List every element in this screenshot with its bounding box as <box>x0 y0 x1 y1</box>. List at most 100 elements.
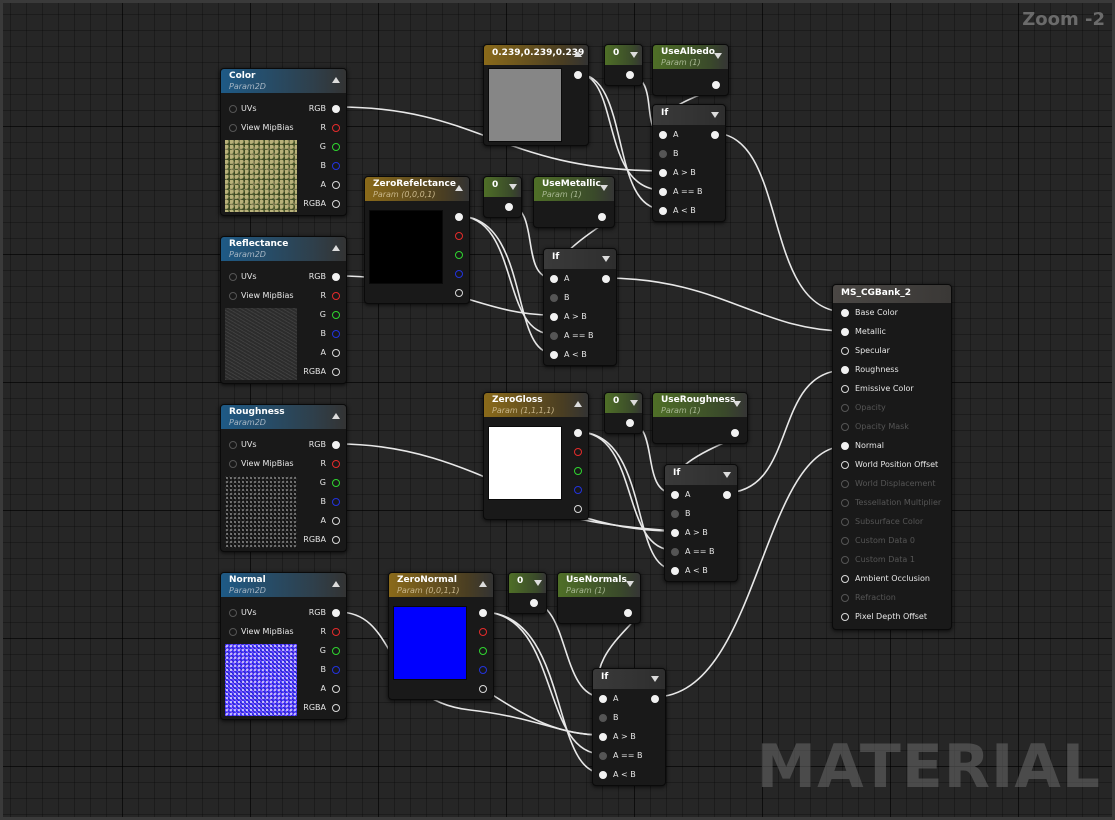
collapse-arrow-icon[interactable] <box>714 53 722 59</box>
b-output-pin-icon[interactable] <box>332 666 340 674</box>
rgba-output-pin-icon[interactable] <box>332 704 340 712</box>
collapse-arrow-icon[interactable] <box>723 472 731 478</box>
output-pin-icon[interactable] <box>574 71 582 79</box>
custom-data-0-pin-icon[interactable] <box>841 537 849 545</box>
vector-constant-albedo[interactable]: 0.239,0.239,0.239 <box>483 44 589 146</box>
pixel-depth-offset-pin-icon[interactable] <box>841 613 849 621</box>
aeqb-input-pin-icon[interactable] <box>550 332 558 340</box>
vector-param-zero-reflectance[interactable]: ZeroRefelctance Param (0,0,0,1) <box>364 176 470 304</box>
scalar-param-use-metallic[interactable]: UseMetallic Param (1) <box>533 176 615 228</box>
r-output-pin-icon[interactable] <box>479 628 487 636</box>
r-output-pin-icon[interactable] <box>332 124 340 132</box>
output-pin-icon[interactable] <box>505 203 513 211</box>
ambient-occlusion-pin-icon[interactable] <box>841 575 849 583</box>
agtb-input-pin-icon[interactable] <box>659 169 667 177</box>
collapse-arrow-icon[interactable] <box>332 77 340 83</box>
agtb-input-pin-icon[interactable] <box>671 529 679 537</box>
node-header[interactable]: UseNormals Param (1) <box>558 573 640 597</box>
node-header[interactable]: ZeroGloss Param (1,1,1,1) <box>484 393 588 417</box>
output-pin-icon[interactable] <box>624 609 632 617</box>
node-header[interactable]: UseMetallic Param (1) <box>534 177 614 201</box>
a-output-pin-icon[interactable] <box>332 685 340 693</box>
custom-data-1-pin-icon[interactable] <box>841 556 849 564</box>
uvs-input-pin-icon[interactable] <box>229 609 237 617</box>
mipbias-input-pin-icon[interactable] <box>229 460 237 468</box>
node-header[interactable]: 0 <box>509 573 546 593</box>
scalar-param-use-albedo[interactable]: UseAlbedo Param (1) <box>652 44 729 96</box>
node-header[interactable]: ZeroRefelctance Param (0,0,0,1) <box>365 177 469 201</box>
collapse-arrow-icon[interactable] <box>574 401 582 407</box>
vector-param-zero-normal[interactable]: ZeroNormal Param (0,0,1,1) <box>388 572 494 700</box>
altb-input-pin-icon[interactable] <box>671 567 679 575</box>
collapse-arrow-icon[interactable] <box>509 184 517 190</box>
if-node-metallic[interactable]: If A B A > B A == B A < B <box>543 248 617 366</box>
b-output-pin-icon[interactable] <box>479 666 487 674</box>
b-input-pin-icon[interactable] <box>550 294 558 302</box>
texture-node-reflectance[interactable]: Reflectance Param2D UVs View MipBias RGB… <box>220 236 347 384</box>
mipbias-input-pin-icon[interactable] <box>229 124 237 132</box>
node-header[interactable]: 0 <box>605 393 642 413</box>
collapse-arrow-icon[interactable] <box>332 245 340 251</box>
a-output-pin-icon[interactable] <box>455 289 463 297</box>
node-header[interactable]: 0.239,0.239,0.239 <box>484 45 588 65</box>
if-node-normal[interactable]: If A B A > B A == B A < B <box>592 668 666 786</box>
metallic-pin-icon[interactable] <box>841 328 849 336</box>
output-pin-icon[interactable] <box>711 131 719 139</box>
a-output-pin-icon[interactable] <box>332 181 340 189</box>
rgb-output-pin-icon[interactable] <box>332 441 340 449</box>
texture-node-normal[interactable]: Normal Param2D UVs View MipBias RGB R G … <box>220 572 347 720</box>
collapse-arrow-icon[interactable] <box>479 581 487 587</box>
texture-node-color[interactable]: Color Param2D UVs View MipBias RGB R G B… <box>220 68 347 216</box>
material-result-node[interactable]: MS_CGBank_2 Base Color Metallic Specular… <box>832 284 952 630</box>
node-header[interactable]: If <box>665 465 737 485</box>
g-output-pin-icon[interactable] <box>455 251 463 259</box>
r-output-pin-icon[interactable] <box>574 448 582 456</box>
a-output-pin-icon[interactable] <box>332 349 340 357</box>
collapse-arrow-icon[interactable] <box>733 401 741 407</box>
node-header[interactable]: MS_CGBank_2 <box>833 285 951 303</box>
node-header[interactable]: If <box>593 669 665 689</box>
node-header[interactable]: Roughness Param2D <box>221 405 346 429</box>
specular-pin-icon[interactable] <box>841 347 849 355</box>
emissive-color-pin-icon[interactable] <box>841 385 849 393</box>
tessellation-multiplier-pin-icon[interactable] <box>841 499 849 507</box>
agtb-input-pin-icon[interactable] <box>599 733 607 741</box>
rgba-output-pin-icon[interactable] <box>332 200 340 208</box>
r-output-pin-icon[interactable] <box>332 292 340 300</box>
scalar-param-use-roughness[interactable]: UseRoughness Param (1) <box>652 392 748 444</box>
a-output-pin-icon[interactable] <box>479 685 487 693</box>
g-output-pin-icon[interactable] <box>574 467 582 475</box>
a-output-pin-icon[interactable] <box>332 517 340 525</box>
output-pin-icon[interactable] <box>712 81 720 89</box>
g-output-pin-icon[interactable] <box>332 143 340 151</box>
output-pin-icon[interactable] <box>530 599 538 607</box>
aeqb-input-pin-icon[interactable] <box>671 548 679 556</box>
node-header[interactable]: UseAlbedo Param (1) <box>653 45 728 69</box>
uvs-input-pin-icon[interactable] <box>229 273 237 281</box>
node-header[interactable]: UseRoughness Param (1) <box>653 393 747 417</box>
world-displacement-pin-icon[interactable] <box>841 480 849 488</box>
opacity-mask-pin-icon[interactable] <box>841 423 849 431</box>
b-input-pin-icon[interactable] <box>659 150 667 158</box>
node-header[interactable]: Normal Param2D <box>221 573 346 597</box>
collapse-arrow-icon[interactable] <box>600 185 608 191</box>
roughness-pin-icon[interactable] <box>841 366 849 374</box>
altb-input-pin-icon[interactable] <box>599 771 607 779</box>
output-pin-icon[interactable] <box>731 429 739 437</box>
collapse-arrow-icon[interactable] <box>626 581 634 587</box>
a-input-pin-icon[interactable] <box>659 131 667 139</box>
collapse-arrow-icon[interactable] <box>630 400 638 406</box>
collapse-arrow-icon[interactable] <box>574 51 582 57</box>
refraction-pin-icon[interactable] <box>841 594 849 602</box>
subsurface-color-pin-icon[interactable] <box>841 518 849 526</box>
collapse-arrow-icon[interactable] <box>332 413 340 419</box>
a-input-pin-icon[interactable] <box>599 695 607 703</box>
r-output-pin-icon[interactable] <box>332 628 340 636</box>
collapse-arrow-icon[interactable] <box>711 112 719 118</box>
b-output-pin-icon[interactable] <box>332 162 340 170</box>
aeqb-input-pin-icon[interactable] <box>659 188 667 196</box>
output-pin-icon[interactable] <box>598 213 606 221</box>
if-node-roughness[interactable]: If A B A > B A == B A < B <box>664 464 738 582</box>
node-header[interactable]: Color Param2D <box>221 69 346 93</box>
b-input-pin-icon[interactable] <box>671 510 679 518</box>
